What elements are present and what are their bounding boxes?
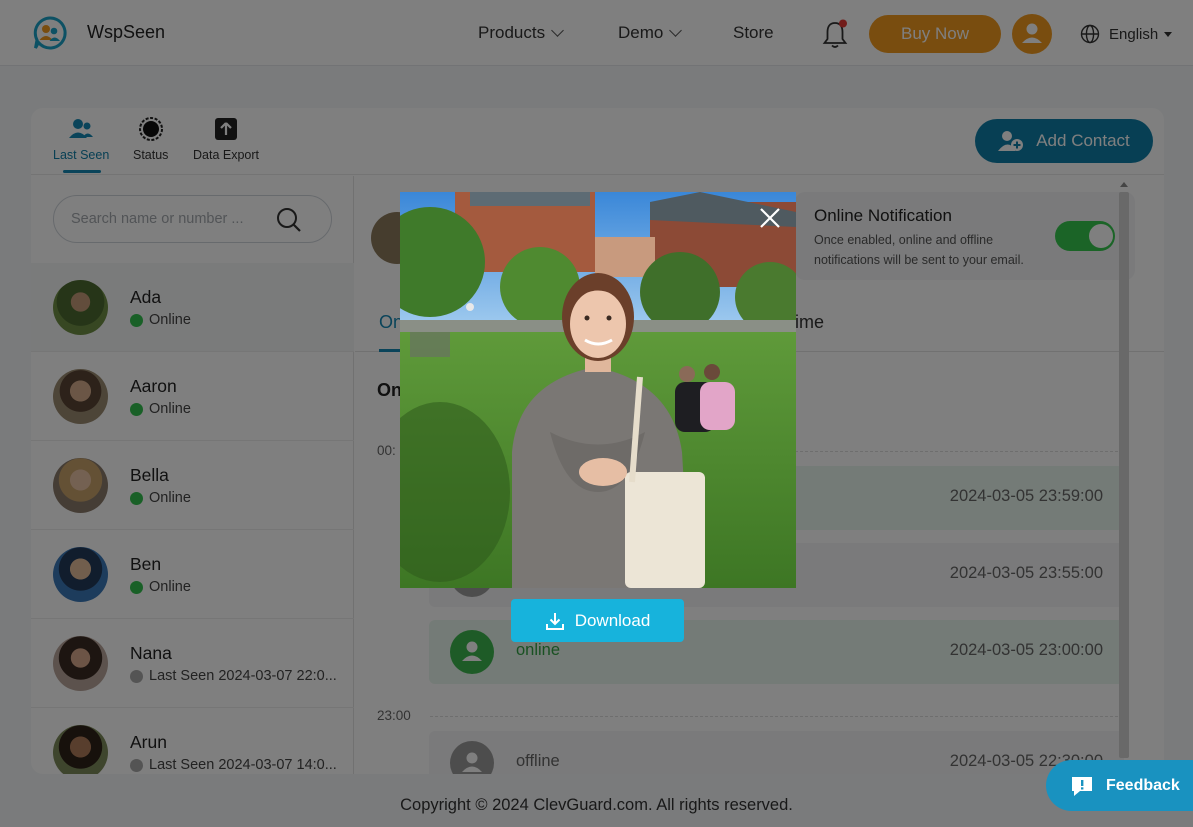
- download-button[interactable]: Download: [511, 599, 684, 642]
- close-icon[interactable]: [757, 205, 783, 231]
- feedback-button[interactable]: Feedback: [1046, 760, 1193, 811]
- profile-photo-image: [400, 192, 796, 588]
- feedback-label: Feedback: [1106, 776, 1180, 794]
- feedback-icon: [1072, 776, 1092, 796]
- download-label: Download: [574, 610, 651, 630]
- profile-photo-preview: [400, 192, 796, 588]
- download-icon: [545, 612, 564, 630]
